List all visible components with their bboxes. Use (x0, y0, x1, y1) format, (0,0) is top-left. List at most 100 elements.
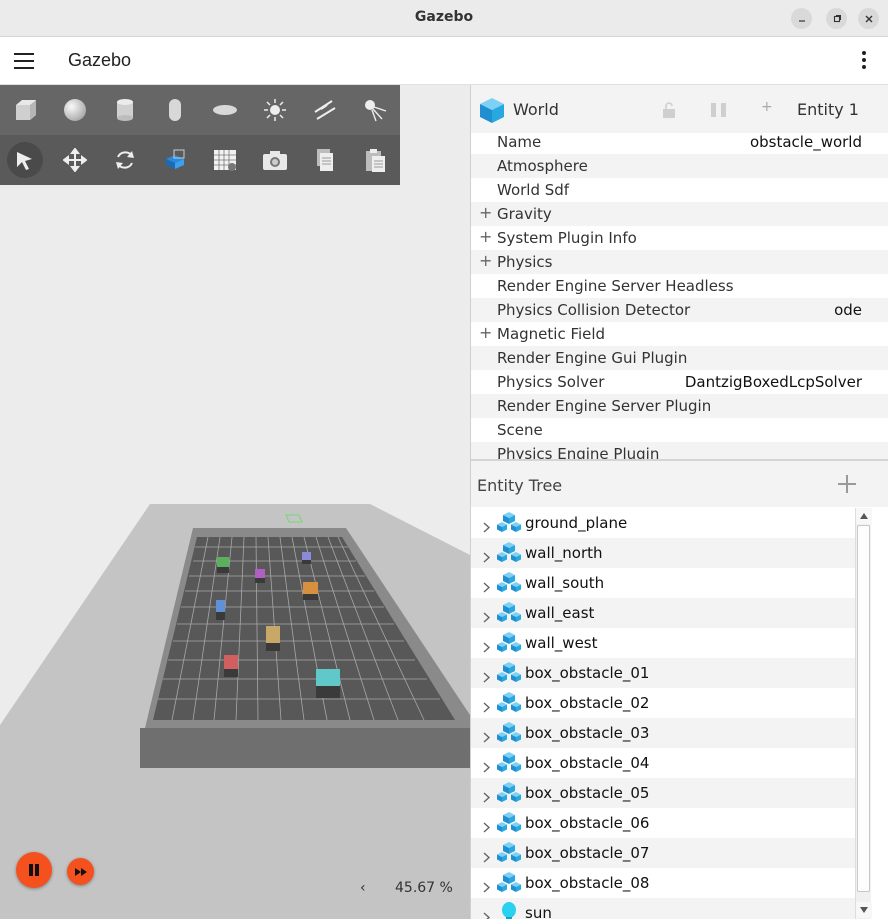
component-row[interactable]: + Physics (471, 250, 888, 274)
app-title: Gazebo (68, 50, 132, 70)
chevron-right-icon[interactable] (483, 758, 491, 777)
component-row[interactable]: + Magnetic Field (471, 322, 888, 346)
scene-3d-view[interactable] (0, 85, 470, 919)
entity-tree-item-label: sun (525, 904, 552, 919)
expand-icon[interactable]: + (479, 323, 492, 342)
entity-tree-item[interactable]: box_obstacle_06 (471, 808, 855, 838)
stats-collapse-arrow[interactable]: ‹ (360, 880, 366, 896)
entity-tree-item[interactable]: box_obstacle_02 (471, 688, 855, 718)
chevron-right-icon[interactable] (483, 578, 491, 597)
entity-tree-item-label: box_obstacle_01 (525, 664, 650, 682)
model-icon (496, 812, 522, 838)
add-component-icon[interactable]: + (761, 99, 773, 115)
entity-tree-item[interactable]: ground_plane (471, 508, 855, 538)
entity-tree-item[interactable]: box_obstacle_03 (471, 718, 855, 748)
entity-tree-item[interactable]: wall_north (471, 538, 855, 568)
entity-tree-scrollbar[interactable] (855, 508, 872, 919)
component-row: Physics Collision Detector ode (471, 298, 888, 322)
pause-button[interactable] (16, 852, 52, 888)
component-name: Gravity (497, 205, 552, 223)
component-row: Render Engine Gui Plugin (471, 346, 888, 370)
chevron-right-icon[interactable] (483, 668, 491, 687)
chevron-right-icon[interactable] (483, 698, 491, 717)
component-row[interactable]: + System Plugin Info (471, 226, 888, 250)
view-angle-button[interactable] (150, 135, 200, 185)
paste-button[interactable] (350, 135, 400, 185)
screenshot-button[interactable] (250, 135, 300, 185)
window-titlebar: Gazebo (0, 0, 888, 37)
chevron-right-icon[interactable] (483, 608, 491, 627)
scroll-down-button[interactable] (856, 902, 872, 918)
model-icon (496, 632, 522, 658)
expand-icon[interactable]: + (479, 203, 492, 222)
capsule-shape-button[interactable] (150, 85, 200, 135)
ellipsoid-shape-button[interactable] (200, 85, 250, 135)
rotate-icon (116, 151, 134, 169)
model-icon (496, 782, 522, 808)
capsule-icon (169, 99, 181, 121)
maximize-button[interactable] (826, 8, 847, 29)
entity-tree-item[interactable]: sun (471, 898, 855, 919)
chevron-right-icon[interactable] (483, 848, 491, 867)
chevron-right-icon[interactable] (483, 638, 491, 657)
component-name: Render Engine Server Headless (497, 277, 734, 295)
entity-tree-item-label: wall_south (525, 574, 605, 592)
real-time-factor: 45.67 % (395, 880, 453, 896)
directional-light-button[interactable] (300, 85, 350, 135)
entity-tree-item[interactable]: box_obstacle_01 (471, 658, 855, 688)
chevron-right-icon[interactable] (483, 728, 491, 747)
chevron-right-icon[interactable] (483, 878, 491, 897)
component-list: Name obstacle_world Atmosphere World Sdf + Gr… (471, 130, 888, 460)
component-row: Render Engine Server Plugin (471, 394, 888, 418)
expand-icon[interactable]: + (479, 227, 492, 246)
close-button[interactable] (858, 8, 879, 29)
entity-tree-item[interactable]: box_obstacle_08 (471, 868, 855, 898)
translate-icon (63, 148, 87, 172)
entity-tree-item-label: box_obstacle_08 (525, 874, 650, 892)
chevron-right-icon[interactable] (483, 548, 491, 567)
entity-tree-item-label: wall_north (525, 544, 603, 562)
chevron-right-icon[interactable] (483, 818, 491, 837)
component-name: Render Engine Gui Plugin (497, 349, 688, 367)
box-shape-button[interactable] (0, 85, 50, 135)
copy-button[interactable] (300, 135, 350, 185)
window-title: Gazebo (414, 9, 474, 25)
entity-tree-item[interactable]: wall_east (471, 598, 855, 628)
model-icon (496, 842, 522, 868)
translate-mode-button[interactable] (50, 135, 100, 185)
spot-light-icon (365, 100, 387, 122)
cylinder-shape-button[interactable] (100, 85, 150, 135)
menu-icon[interactable] (14, 53, 34, 69)
component-row[interactable]: + Gravity (471, 202, 888, 226)
box-icon (16, 100, 36, 120)
scroll-up-button[interactable] (856, 508, 872, 524)
entity-tree-item-label: box_obstacle_07 (525, 844, 650, 862)
point-light-button[interactable] (250, 85, 300, 135)
scrollbar-thumb[interactable] (857, 525, 870, 892)
more-options-icon[interactable] (860, 51, 868, 71)
select-mode-button[interactable] (0, 135, 50, 185)
step-button[interactable] (67, 858, 94, 885)
rotate-mode-button[interactable] (100, 135, 150, 185)
minimize-button[interactable] (791, 8, 812, 29)
entity-tree-item[interactable]: wall_south (471, 568, 855, 598)
chevron-right-icon[interactable] (483, 908, 491, 919)
entity-tree-item[interactable]: box_obstacle_07 (471, 838, 855, 868)
chevron-right-icon[interactable] (483, 788, 491, 807)
component-name: Magnetic Field (497, 325, 606, 343)
entity-tree-item[interactable]: box_obstacle_04 (471, 748, 855, 778)
sphere-icon (64, 99, 86, 121)
add-entity-icon[interactable] (836, 473, 858, 495)
entity-tree-item[interactable]: wall_west (471, 628, 855, 658)
component-row: Physics Engine Plugin (471, 442, 888, 460)
grid-snap-button[interactable] (200, 135, 250, 185)
spot-light-button[interactable] (350, 85, 400, 135)
lock-icon[interactable] (662, 102, 676, 118)
scene-toolbar (0, 85, 400, 185)
entity-tree-item-label: ground_plane (525, 514, 628, 532)
expand-icon[interactable]: + (479, 251, 492, 270)
chevron-right-icon[interactable] (483, 518, 491, 537)
sphere-shape-button[interactable] (50, 85, 100, 135)
inspector-pause-icon[interactable] (710, 102, 728, 118)
entity-tree-item[interactable]: box_obstacle_05 (471, 778, 855, 808)
